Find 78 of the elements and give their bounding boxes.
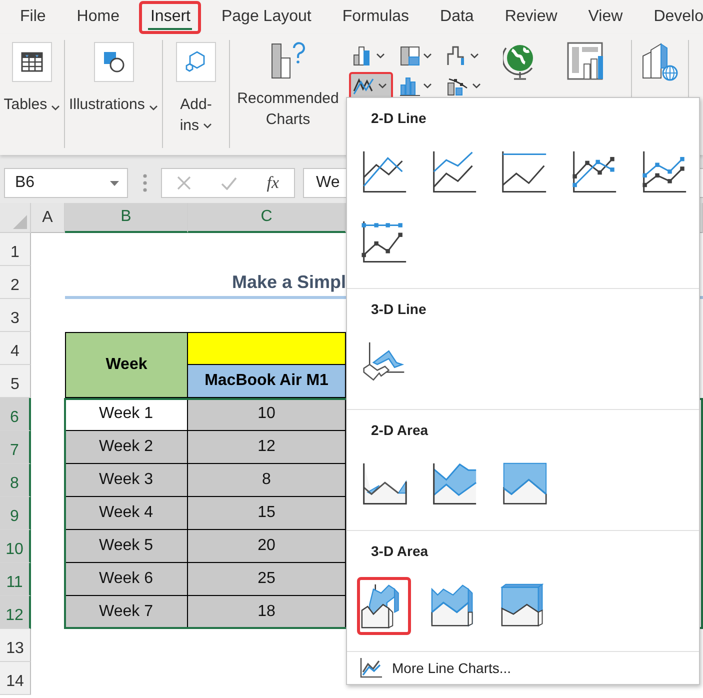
row-header[interactable]: 10 (0, 530, 31, 563)
ribbon-tab[interactable]: Page Layout (210, 0, 322, 34)
section-heading: 2-D Line (370, 109, 428, 128)
table-cell: Week 1 (65, 398, 188, 431)
ribbon-tab[interactable]: Insert (139, 0, 202, 34)
caret-icon (423, 53, 432, 59)
dropdown-arrow-icon (110, 180, 119, 186)
table-cell: Week 7 (65, 596, 188, 629)
name-box[interactable]: B6 (4, 168, 128, 198)
insert-function-button[interactable]: fx (266, 173, 280, 193)
table-cell: 15 (188, 497, 346, 530)
line-chart-icon (360, 658, 382, 678)
more-charts-link[interactable]: More Line Charts... (392, 660, 512, 676)
column-header[interactable]: C (188, 203, 346, 233)
row-header[interactable]: 11 (0, 563, 31, 596)
table-header-cell: MacBook Air M1 (188, 365, 346, 398)
table-cell: 8 (188, 464, 346, 497)
row-header[interactable]: 14 (0, 662, 31, 695)
column-header[interactable]: A (31, 203, 65, 233)
row-header[interactable]: 7 (0, 431, 31, 464)
table-cell: Week 5 (65, 530, 188, 563)
table-header-cell: Week (65, 332, 188, 398)
caret-icon (470, 53, 479, 59)
group-label: Recommended Charts (236, 89, 340, 130)
row-header[interactable]: 12 (0, 596, 31, 629)
table-cell: 18 (188, 596, 346, 629)
hexagon-icon (185, 51, 207, 73)
row-header[interactable]: 9 (0, 497, 31, 530)
row-header[interactable]: 3 (0, 299, 31, 332)
ribbon-tab[interactable]: File (9, 0, 57, 34)
group-label: Add-ins (178, 95, 214, 136)
row-header[interactable]: 5 (0, 365, 31, 398)
line-chart-icon (353, 77, 375, 95)
building-globe-icon (641, 42, 679, 82)
table-icon (21, 52, 43, 72)
row-header[interactable]: 8 (0, 464, 31, 497)
row-header[interactable]: 6 (0, 398, 31, 431)
waterfall-icon (447, 46, 467, 66)
pivot-chart-icon (566, 42, 604, 82)
caret-icon (203, 123, 212, 130)
caret-icon (376, 53, 385, 59)
row-header[interactable]: 2 (0, 266, 31, 299)
ribbon-tab[interactable]: Data (429, 0, 485, 34)
addins-button[interactable] (176, 42, 216, 82)
treemap-icon (400, 46, 420, 66)
row-header[interactable]: 4 (0, 332, 31, 365)
ribbon-tab[interactable]: View (577, 0, 634, 34)
ribbon-tab[interactable]: Develo (642, 0, 703, 34)
histogram-icon (400, 76, 420, 96)
table-cell: Week 3 (65, 464, 188, 497)
caret-icon (149, 105, 158, 112)
caret-icon (423, 83, 432, 89)
table-cell: 20 (188, 530, 346, 563)
tables-button[interactable] (12, 42, 52, 82)
ribbon-tab[interactable]: Formulas (331, 0, 420, 34)
row-header[interactable]: 1 (0, 233, 31, 266)
group-label: Illustrations (68, 94, 158, 115)
chart-type-button[interactable] (357, 577, 411, 635)
drag-handle-icon[interactable] (143, 174, 147, 192)
caret-icon (472, 83, 481, 89)
table-cell: 10 (188, 398, 346, 431)
illustrations-button[interactable] (94, 42, 134, 82)
section-heading: 3-D Area (370, 542, 430, 561)
ribbon-tab[interactable]: Home (66, 0, 130, 34)
table-cell: 25 (188, 563, 346, 596)
section-heading: 3-D Line (370, 300, 428, 319)
ribbon-tab[interactable]: Review (494, 0, 568, 34)
table-cell: Week 4 (65, 497, 188, 530)
shapes-icon (102, 51, 124, 73)
table-cell: 12 (188, 431, 346, 464)
section-heading: 2-D Area (370, 421, 430, 440)
caret-icon (378, 83, 387, 89)
caret-icon (51, 105, 60, 112)
table-cell: Week 2 (65, 431, 188, 464)
column-header[interactable]: B (65, 203, 188, 233)
chart-help-icon (270, 40, 306, 80)
table-cell: Week 6 (65, 563, 188, 596)
row-header[interactable]: 13 (0, 629, 31, 662)
